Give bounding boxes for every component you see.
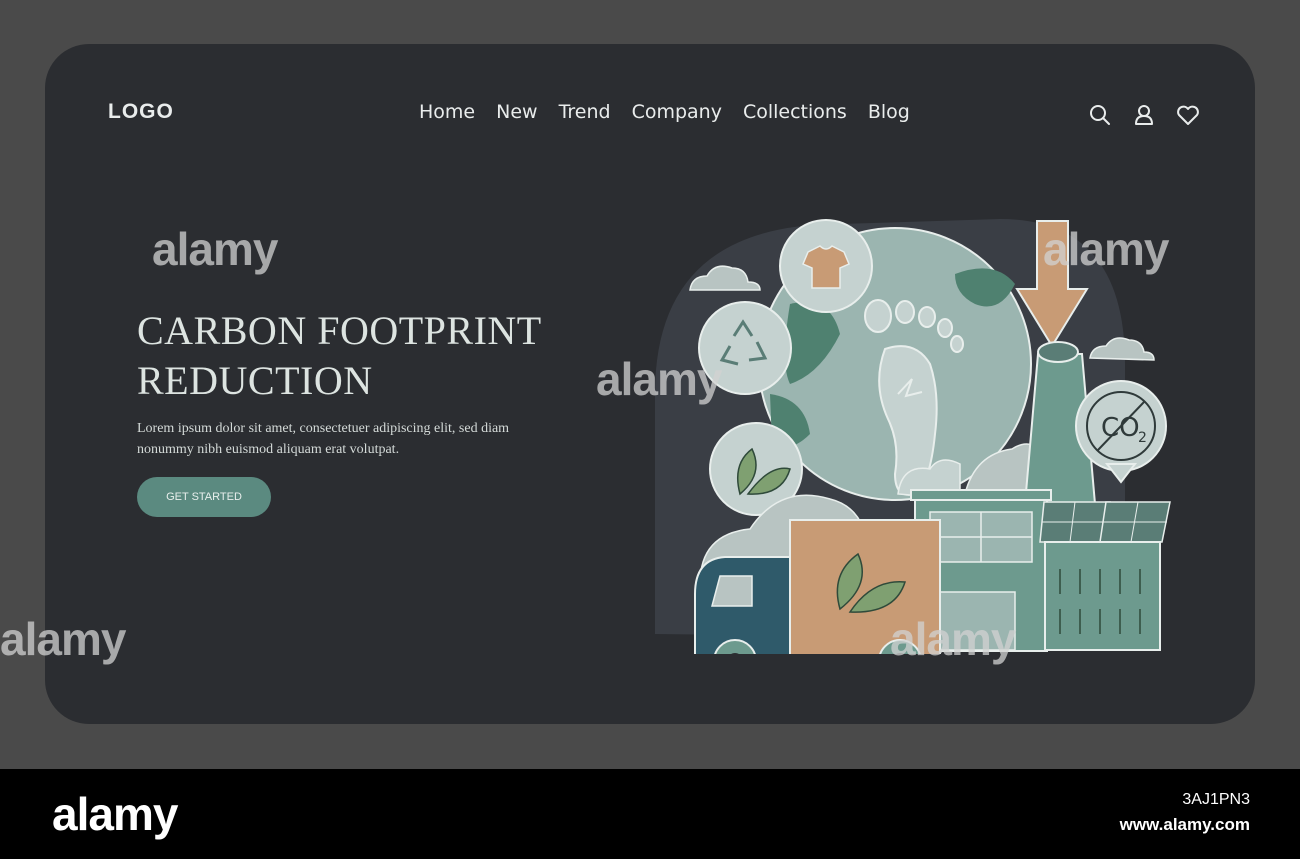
co2-label: CO <box>1101 413 1140 443</box>
nav-company[interactable]: Company <box>632 101 722 123</box>
co2-subscript: 2 <box>1138 430 1147 446</box>
title-line-2: REDUCTION <box>137 358 373 403</box>
get-started-button[interactable]: GET STARTED <box>137 477 271 517</box>
nav-new[interactable]: New <box>496 101 537 123</box>
page-title: CARBON FOOTPRINT REDUCTION <box>137 306 542 406</box>
user-icon[interactable] <box>1131 102 1157 128</box>
title-line-1: CARBON FOOTPRINT <box>137 308 542 353</box>
watermark-text: alamy <box>596 353 722 405</box>
main-nav: Home New Trend Company Collections Blog <box>419 101 910 123</box>
watermark-brand: alamy <box>52 788 178 840</box>
watermark-text: alamy <box>890 613 1016 665</box>
nav-blog[interactable]: Blog <box>868 101 910 123</box>
nav-home[interactable]: Home <box>419 101 475 123</box>
watermark-text: alamy <box>152 223 278 275</box>
warehouse-building <box>1044 541 1161 651</box>
hero-description: Lorem ipsum dolor sit amet, consectetuer… <box>137 421 510 457</box>
solar-panel-icon <box>1039 501 1171 543</box>
watermark-footer: alamy 3AJ1PN3 www.alamy.com <box>0 769 1300 859</box>
watermark-text: alamy <box>0 613 126 665</box>
watermark-image-id: 3AJ1PN3 <box>1182 791 1250 808</box>
nav-trend[interactable]: Trend <box>559 101 611 123</box>
search-icon[interactable] <box>1087 102 1113 128</box>
site-logo[interactable]: LOGO <box>108 100 174 124</box>
watermark-url: www.alamy.com <box>1119 815 1250 834</box>
header-icons <box>1087 102 1201 128</box>
watermark-text: alamy <box>1043 223 1169 275</box>
heart-icon[interactable] <box>1175 102 1201 128</box>
nav-collections[interactable]: Collections <box>743 101 847 123</box>
